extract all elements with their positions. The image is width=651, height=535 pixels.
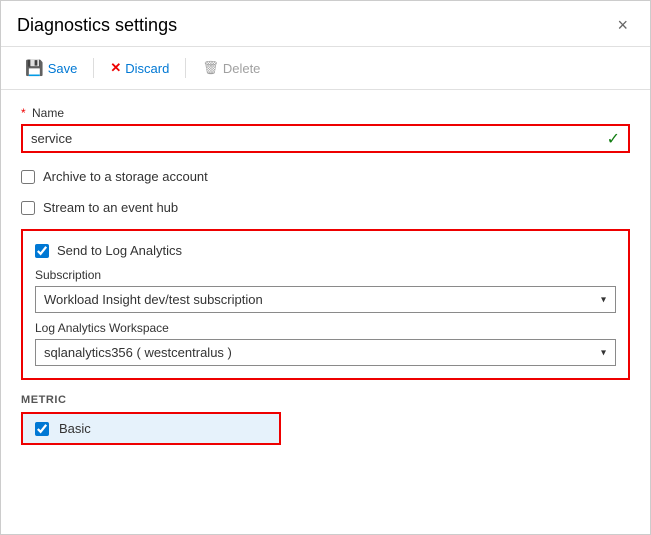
diagnostics-dialog: Diagnostics settings × 💾 Save ✕ Discard … (0, 0, 651, 535)
required-star: * (21, 106, 26, 120)
metric-section-title: METRIC (21, 394, 630, 406)
save-button[interactable]: 💾 Save (17, 55, 85, 81)
name-field-group: * Name ✓ (21, 106, 630, 153)
discard-label: Discard (125, 61, 169, 76)
toolbar-separator-2 (185, 58, 186, 78)
archive-checkbox[interactable] (21, 170, 35, 184)
valid-checkmark-icon: ✓ (607, 129, 620, 149)
stream-checkbox-row: Stream to an event hub (21, 198, 630, 217)
discard-button[interactable]: ✕ Discard (102, 56, 177, 80)
save-icon: 💾 (25, 59, 44, 77)
workspace-dropdown[interactable]: sqlanalytics356 ( westcentralus ) (35, 339, 616, 366)
metric-table-container: Basic (21, 412, 281, 445)
stream-checkbox[interactable] (21, 201, 35, 215)
log-analytics-label[interactable]: Send to Log Analytics (57, 243, 182, 258)
dialog-header: Diagnostics settings × (1, 1, 650, 47)
name-input[interactable] (23, 126, 628, 151)
save-label: Save (48, 61, 78, 76)
log-analytics-section: Send to Log Analytics Subscription Workl… (21, 229, 630, 380)
delete-button[interactable]: 🗑 Delete (194, 56, 268, 80)
toolbar: 💾 Save ✕ Discard 🗑 Delete (1, 47, 650, 90)
delete-label: Delete (223, 61, 261, 76)
dialog-content: * Name ✓ Archive to a storage account St… (1, 90, 650, 534)
log-analytics-checkbox-row: Send to Log Analytics (35, 241, 616, 260)
name-input-wrap: ✓ (21, 124, 630, 153)
subscription-label: Subscription (35, 268, 616, 282)
archive-checkbox-row: Archive to a storage account (21, 167, 630, 186)
name-label: * Name (21, 106, 630, 120)
basic-label[interactable]: Basic (59, 421, 91, 436)
workspace-label: Log Analytics Workspace (35, 321, 616, 335)
subscription-dropdown-wrap: Workload Insight dev/test subscription ▾ (35, 286, 616, 313)
log-analytics-checkbox[interactable] (35, 244, 49, 258)
metric-section: METRIC Basic (21, 394, 630, 448)
toolbar-separator (93, 58, 94, 78)
dialog-title: Diagnostics settings (17, 15, 177, 36)
discard-icon: ✕ (110, 60, 121, 76)
stream-label[interactable]: Stream to an event hub (43, 200, 178, 215)
archive-label[interactable]: Archive to a storage account (43, 169, 208, 184)
metric-basic-row: Basic (23, 414, 279, 443)
basic-checkbox[interactable] (35, 422, 49, 436)
delete-icon: 🗑 (202, 60, 219, 76)
workspace-dropdown-wrap: sqlanalytics356 ( westcentralus ) ▾ (35, 339, 616, 366)
close-button[interactable]: × (611, 13, 634, 38)
subscription-dropdown[interactable]: Workload Insight dev/test subscription (35, 286, 616, 313)
